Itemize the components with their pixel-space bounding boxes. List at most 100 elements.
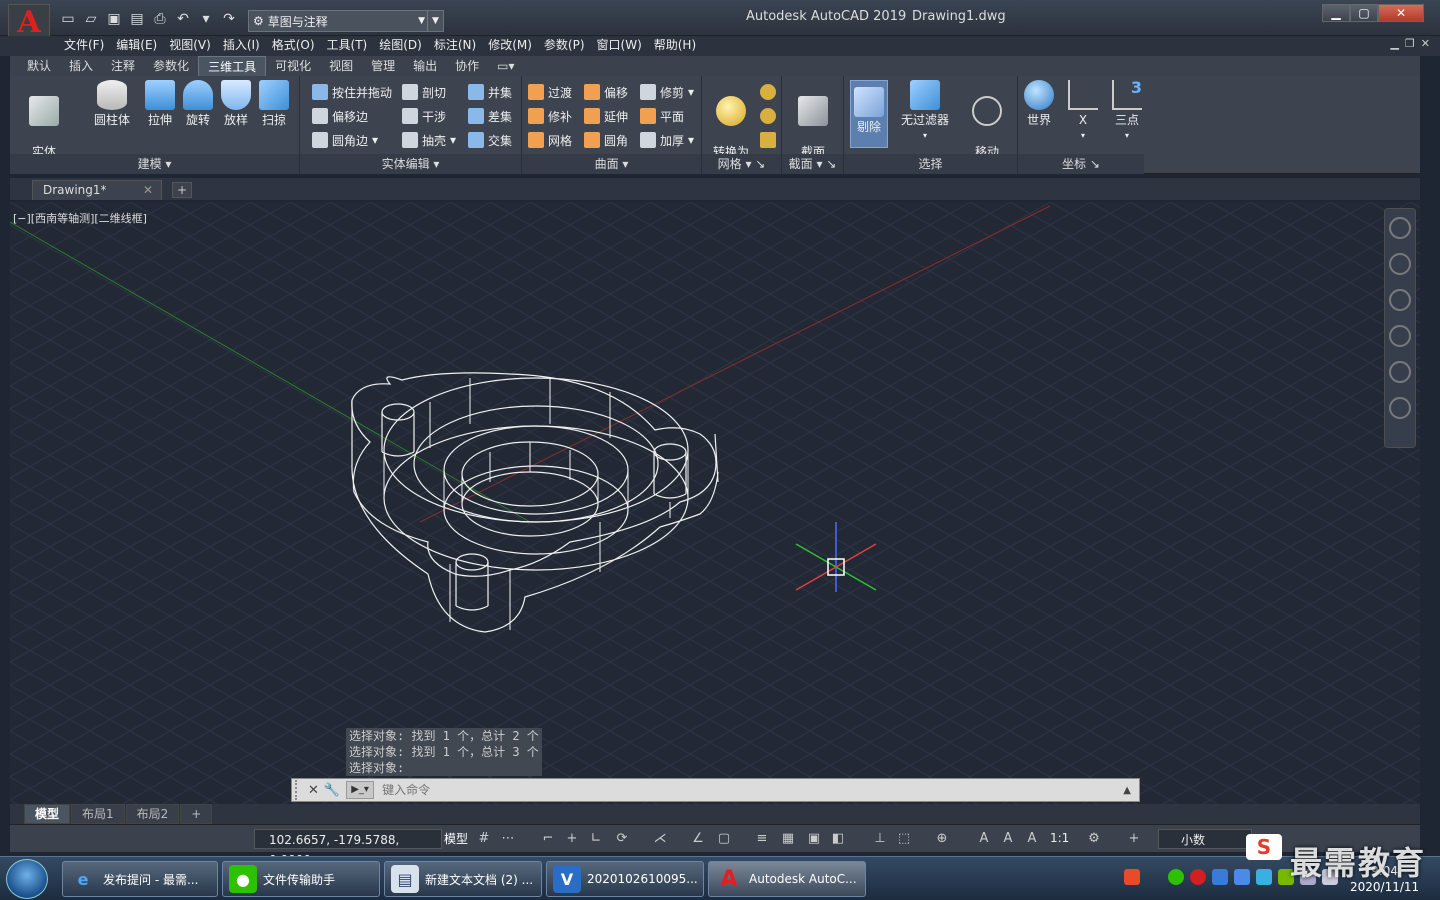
- surface-offset-button[interactable]: 偏移: [584, 82, 628, 102]
- slice-button[interactable]: 剖切: [402, 82, 446, 102]
- union-button[interactable]: 并集: [468, 82, 512, 102]
- chevron-up-icon[interactable]: ▲: [1123, 785, 1131, 796]
- add-layout-button[interactable]: +: [180, 804, 213, 824]
- minimize-button[interactable]: ▁: [1322, 4, 1350, 22]
- tab-view[interactable]: 视图: [320, 56, 362, 76]
- taskbar-item-word[interactable]: V 2020102610095...: [546, 861, 704, 897]
- tab-visualize[interactable]: 可视化: [266, 56, 320, 76]
- tab-3d-tools[interactable]: 三维工具: [198, 56, 267, 76]
- trim-button[interactable]: 修剪 ▾: [640, 82, 694, 102]
- start-button[interactable]: [6, 859, 48, 899]
- customize-qat-icon[interactable]: ▼: [427, 11, 443, 31]
- shell-button[interactable]: 抽壳 ▾: [402, 130, 456, 150]
- annotation-visibility-icon[interactable]: A: [976, 831, 992, 847]
- recent-commands-icon[interactable]: ▶_▾: [346, 781, 375, 799]
- netease-icon[interactable]: [1190, 869, 1206, 885]
- extend-button[interactable]: 延伸: [584, 106, 628, 126]
- panel-title-surface[interactable]: 曲面 ▾: [522, 154, 701, 174]
- workspace-gear-icon[interactable]: ⚙: [1086, 831, 1102, 847]
- taskbar-item-wechat[interactable]: ● 文件传输助手: [222, 861, 380, 897]
- tab-parametric[interactable]: 参数化: [144, 56, 198, 76]
- security-shield-icon[interactable]: [1212, 869, 1228, 885]
- tab-collaborate[interactable]: 协作: [446, 56, 488, 76]
- tab-output[interactable]: 输出: [404, 56, 446, 76]
- ucs-three-point-button[interactable]: 3 三点 ▾: [1112, 80, 1142, 144]
- tab-layout1[interactable]: 布局1: [71, 804, 125, 824]
- sogou-ime-icon[interactable]: [1124, 869, 1140, 885]
- model-space-button[interactable]: 模型: [440, 829, 472, 849]
- annotation-scale-value[interactable]: 1:1: [1050, 831, 1069, 845]
- polar-tracking-icon[interactable]: ⟳: [614, 831, 630, 847]
- network-button[interactable]: 网格: [528, 130, 572, 150]
- mesh-crease-icon[interactable]: [760, 132, 776, 148]
- ucs-x-button[interactable]: X ▾: [1068, 80, 1098, 144]
- workspace-switcher[interactable]: ⚙ 草图与注释 ▼ ▼: [248, 10, 444, 32]
- selection-cycling-icon[interactable]: ▣: [806, 831, 822, 847]
- units-selector[interactable]: 小数: [1158, 829, 1252, 849]
- taskbar-item-autocad[interactable]: A Autodesk AutoC...: [708, 861, 866, 897]
- maximize-button[interactable]: ▢: [1350, 4, 1378, 22]
- annotation-monitor-icon[interactable]: +: [1126, 831, 1142, 847]
- grid-icon[interactable]: #: [476, 831, 492, 847]
- menu-window[interactable]: 窗口(W): [597, 36, 654, 56]
- open-file-icon[interactable]: ▱: [81, 10, 101, 28]
- tab-manage[interactable]: 管理: [362, 56, 404, 76]
- doc-close-icon[interactable]: ✕: [1421, 37, 1430, 50]
- cylinder-button[interactable]: 圆柱体: [86, 80, 138, 128]
- menu-edit[interactable]: 编辑(E): [116, 36, 169, 56]
- subtract-button[interactable]: 差集: [468, 106, 512, 126]
- planar-button[interactable]: 平面: [640, 106, 684, 126]
- menu-view[interactable]: 视图(V): [169, 36, 223, 56]
- ucs-world-button[interactable]: 世界: [1024, 80, 1054, 128]
- object-snap-icon[interactable]: ▢: [716, 831, 732, 847]
- tab-annotate[interactable]: 注释: [102, 56, 144, 76]
- wrench-icon[interactable]: 🔧: [324, 783, 340, 798]
- thicken-button[interactable]: 加厚 ▾: [640, 130, 694, 150]
- intersect-button[interactable]: 交集: [468, 130, 512, 150]
- pan-hand-icon[interactable]: [1389, 289, 1411, 311]
- panel-title-coordinates[interactable]: 坐标 ↘: [1018, 154, 1144, 174]
- viewcube-icon[interactable]: [1389, 217, 1411, 239]
- 3d-osnap-icon[interactable]: ◧: [830, 831, 846, 847]
- panel-title-solid-editing[interactable]: 实体编辑 ▾: [300, 154, 521, 174]
- infer-constraints-icon[interactable]: ⌐: [540, 831, 556, 847]
- menu-insert[interactable]: 插入(I): [223, 36, 272, 56]
- save-icon[interactable]: ▣: [104, 10, 124, 28]
- steering-wheel-icon[interactable]: [1389, 253, 1411, 275]
- new-file-icon[interactable]: ▭: [58, 10, 78, 28]
- gizmo-status-icon[interactable]: ⊕: [934, 831, 950, 847]
- close-command-line-icon[interactable]: ✕: [308, 783, 319, 798]
- showmotion-icon[interactable]: [1389, 397, 1411, 419]
- drag-handle[interactable]: [295, 780, 303, 800]
- transparency-icon[interactable]: ▦: [780, 831, 796, 847]
- print-icon[interactable]: ⎙: [150, 10, 170, 28]
- annotation-scale-icon[interactable]: A: [1024, 831, 1040, 847]
- zoom-icon[interactable]: [1389, 325, 1411, 347]
- mesh-smooth-icon[interactable]: [760, 84, 776, 100]
- drawing-canvas[interactable]: [10, 202, 1420, 804]
- offset-edge-button[interactable]: 偏移边: [312, 106, 368, 126]
- panel-title-mesh[interactable]: 网格 ▾ ↘: [702, 154, 781, 174]
- drawing-viewport[interactable]: [−][西南等轴测][二维线框]: [10, 202, 1420, 804]
- save-as-icon[interactable]: ▤: [127, 10, 147, 28]
- orbit-icon[interactable]: [1389, 361, 1411, 383]
- object-snap-tracking-icon[interactable]: ∠: [690, 831, 706, 847]
- sweep-button[interactable]: 扫掠: [254, 80, 294, 128]
- no-filter-button[interactable]: 无过滤器 ▾: [896, 80, 954, 144]
- lineweight-icon[interactable]: ≡: [754, 831, 770, 847]
- dynamic-ucs-icon[interactable]: ⊥: [872, 831, 888, 847]
- extrude-button[interactable]: 拉伸: [140, 80, 180, 128]
- presspull-button[interactable]: 按住并拖动: [312, 82, 392, 102]
- undo-dropdown-icon[interactable]: ▾: [196, 10, 216, 28]
- command-input[interactable]: [374, 783, 1124, 797]
- application-menu-button[interactable]: A: [8, 4, 50, 40]
- close-button[interactable]: ✕: [1378, 4, 1424, 22]
- doc-minimize-icon[interactable]: ▁: [1390, 37, 1398, 50]
- menu-draw[interactable]: 绘图(D): [379, 36, 434, 56]
- snap-icon[interactable]: ⋯: [500, 831, 516, 847]
- menu-tools[interactable]: 工具(T): [327, 36, 380, 56]
- ribbon-display-toggle-icon[interactable]: ▭▾: [488, 56, 523, 76]
- doc-restore-icon[interactable]: ❐: [1405, 37, 1415, 50]
- tab-insert[interactable]: 插入: [60, 56, 102, 76]
- patch-button[interactable]: 修补: [528, 106, 572, 126]
